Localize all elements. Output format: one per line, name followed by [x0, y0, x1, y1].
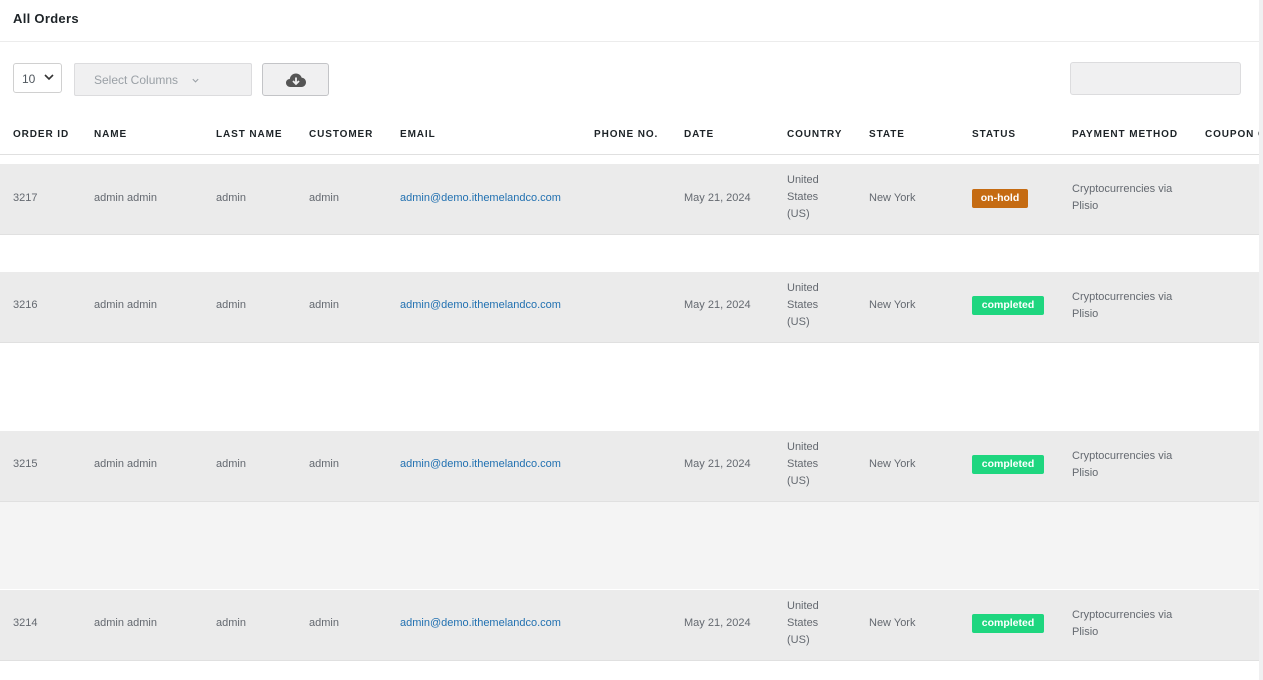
- state: New York: [869, 458, 916, 470]
- order-id[interactable]: 3214: [13, 615, 37, 632]
- export-button[interactable]: [262, 63, 329, 96]
- state: New York: [869, 299, 916, 311]
- column-header-country[interactable]: COUNTRY: [787, 129, 842, 140]
- row-spacer: [0, 234, 1259, 271]
- order-date: May 21, 2024: [684, 192, 751, 204]
- select-columns-dropdown[interactable]: Select Columns: [74, 63, 252, 96]
- last-name: admin: [216, 192, 246, 204]
- per-page-select[interactable]: 10: [13, 63, 62, 93]
- table-row[interactable]: 3215 admin admin admin admin admin@demo.…: [0, 431, 1259, 502]
- column-header-status[interactable]: STATUS: [972, 129, 1016, 140]
- table-row[interactable]: 3214 admin admin admin admin admin@demo.…: [0, 590, 1259, 661]
- customer: admin: [309, 617, 339, 629]
- payment-method-line: Cryptocurrencies via: [1072, 291, 1173, 303]
- country-line: United: [787, 441, 819, 453]
- chevron-down-icon: [191, 74, 200, 88]
- email-link[interactable]: admin@demo.ithemelandco.com: [400, 456, 561, 473]
- table-toolbar: 10 Select Columns: [0, 42, 1263, 117]
- country-line: United: [787, 600, 819, 612]
- per-page-value: 10: [22, 72, 36, 86]
- column-header-order-id[interactable]: ORDER ID: [13, 129, 69, 140]
- table-header: ORDER ID NAME LAST NAME CUSTOMER EMAIL P…: [0, 116, 1259, 155]
- table-row[interactable]: 3217 admin admin admin admin admin@demo.…: [0, 164, 1259, 235]
- column-header-email[interactable]: EMAIL: [400, 129, 436, 140]
- chevron-down-icon: [43, 71, 55, 86]
- status-badge: completed: [972, 614, 1044, 633]
- column-header-payment-method[interactable]: PAYMENT METHOD: [1072, 129, 1178, 140]
- country-line: (US): [787, 634, 810, 646]
- country-line: States: [787, 191, 819, 203]
- customer: admin: [309, 299, 339, 311]
- column-header-coupon-code[interactable]: COUPON CODE: [1205, 129, 1259, 140]
- state: New York: [869, 617, 916, 629]
- payment-method-line: Cryptocurrencies via: [1072, 609, 1173, 621]
- customer-name: admin admin: [94, 299, 157, 311]
- last-name: admin: [216, 299, 246, 311]
- country-line: States: [787, 458, 819, 470]
- order-date: May 21, 2024: [684, 458, 751, 470]
- country-line: (US): [787, 208, 810, 220]
- column-header-last-name[interactable]: LAST NAME: [216, 129, 282, 140]
- order-id[interactable]: 3215: [13, 456, 37, 473]
- last-name: admin: [216, 617, 246, 629]
- payment-method-line: Cryptocurrencies via: [1072, 183, 1173, 195]
- status-badge: completed: [972, 296, 1044, 315]
- row-spacer: [0, 501, 1259, 589]
- status-badge: completed: [972, 455, 1044, 474]
- page-header: All Orders: [0, 0, 1263, 42]
- country-line: (US): [787, 475, 810, 487]
- email-link[interactable]: admin@demo.ithemelandco.com: [400, 615, 561, 632]
- order-date: May 21, 2024: [684, 299, 751, 311]
- column-header-customer[interactable]: CUSTOMER: [309, 129, 373, 140]
- country-line: States: [787, 617, 819, 629]
- country-line: States: [787, 299, 819, 311]
- row-spacer: [0, 342, 1259, 430]
- customer: admin: [309, 192, 339, 204]
- last-name: admin: [216, 458, 246, 470]
- payment-method-line: Plisio: [1072, 467, 1099, 479]
- payment-method-line: Cryptocurrencies via: [1072, 450, 1173, 462]
- column-header-date[interactable]: DATE: [684, 129, 714, 140]
- country-line: United: [787, 282, 819, 294]
- order-id[interactable]: 3216: [13, 297, 37, 314]
- cloud-download-icon: [286, 73, 306, 87]
- payment-method-line: Plisio: [1072, 200, 1099, 212]
- column-header-name[interactable]: NAME: [94, 129, 127, 140]
- email-link[interactable]: admin@demo.ithemelandco.com: [400, 190, 561, 207]
- status-badge: on-hold: [972, 189, 1028, 208]
- customer-name: admin admin: [94, 458, 157, 470]
- page-title: All Orders: [13, 11, 79, 26]
- customer-name: admin admin: [94, 192, 157, 204]
- order-date: May 21, 2024: [684, 617, 751, 629]
- country-line: (US): [787, 316, 810, 328]
- customer: admin: [309, 458, 339, 470]
- email-link[interactable]: admin@demo.ithemelandco.com: [400, 297, 561, 314]
- column-header-phone[interactable]: PHONE NO.: [594, 129, 658, 140]
- payment-method-line: Plisio: [1072, 626, 1099, 638]
- table-row[interactable]: 3216 admin admin admin admin admin@demo.…: [0, 272, 1259, 343]
- order-id[interactable]: 3217: [13, 190, 37, 207]
- customer-name: admin admin: [94, 617, 157, 629]
- state: New York: [869, 192, 916, 204]
- payment-method-line: Plisio: [1072, 308, 1099, 320]
- search-input[interactable]: [1070, 62, 1241, 95]
- country-line: United: [787, 174, 819, 186]
- select-columns-placeholder: Select Columns: [94, 73, 179, 87]
- column-header-state[interactable]: STATE: [869, 129, 905, 140]
